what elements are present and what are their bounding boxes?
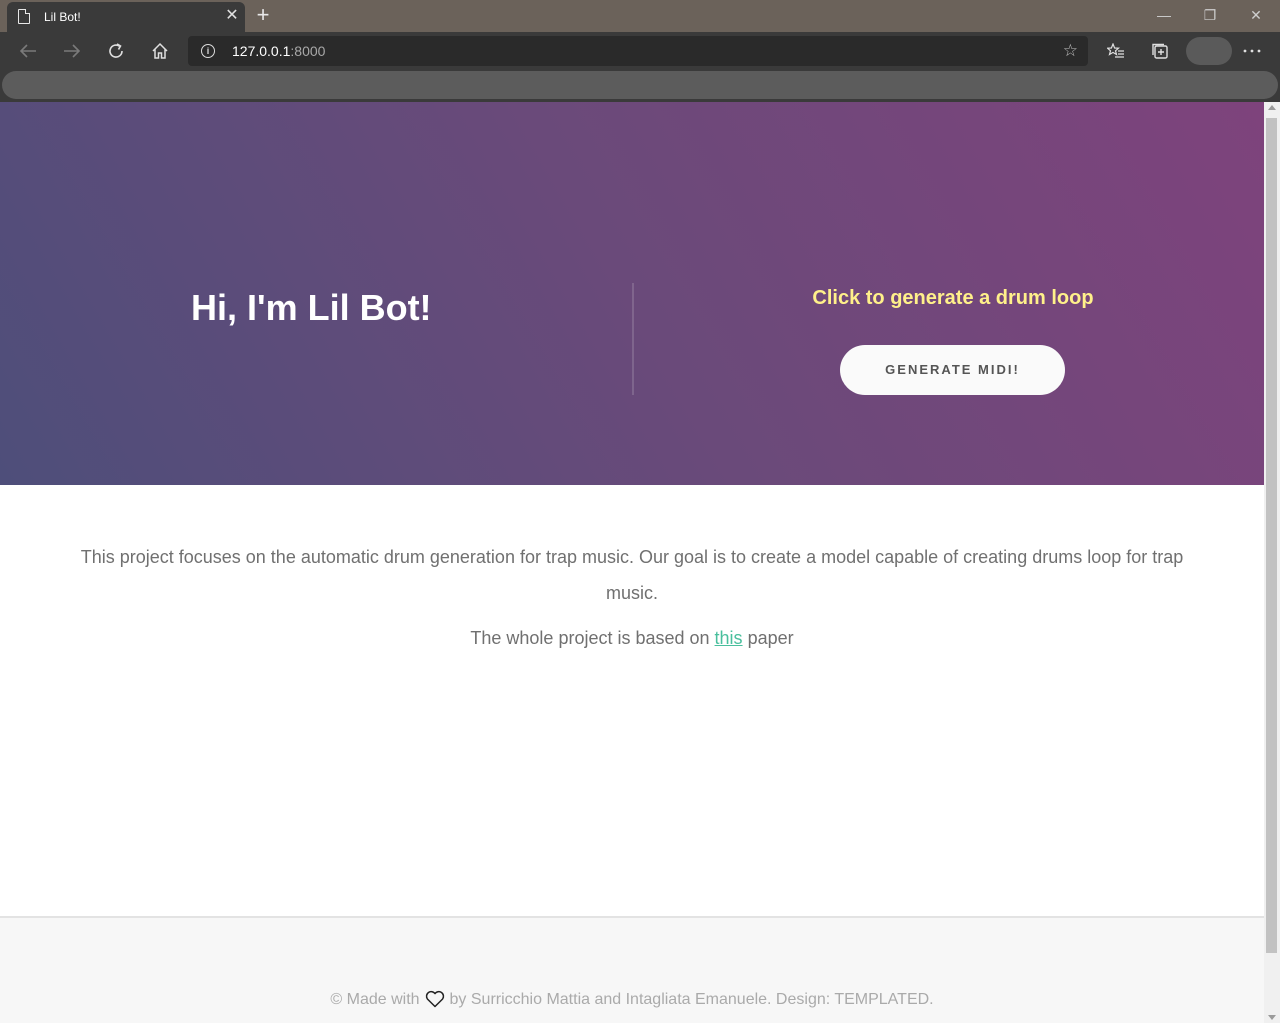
browser-toolbar: i 127.0.0.1:8000 ☆: [0, 32, 1280, 70]
page-icon: [18, 9, 30, 24]
favorites-bar: [0, 70, 1280, 102]
plus-icon[interactable]: +: [252, 3, 274, 27]
footer: © Made with by Surricchio Mattia and Inta…: [0, 916, 1264, 1023]
scroll-thumb[interactable]: [1266, 118, 1277, 953]
paper-text-after: paper: [742, 628, 794, 648]
copyright-suffix: by Surricchio Mattia and Intagliata Eman…: [449, 991, 934, 1008]
vertical-scrollbar[interactable]: [1264, 102, 1280, 1023]
paper-link[interactable]: this: [715, 628, 743, 648]
info-icon[interactable]: i: [201, 44, 215, 58]
generate-prompt: Click to generate a drum loop: [812, 287, 1094, 309]
forward-arrow-icon[interactable]: [56, 36, 88, 66]
description-paragraph: This project focuses on the automatic dr…: [80, 547, 1184, 603]
url-text: 127.0.0.1:8000: [232, 43, 326, 59]
title-bar: Lil Bot! ✕ + — ❐ ✕: [0, 0, 1280, 32]
copyright-prefix: © Made with: [330, 991, 420, 1008]
profile-avatar[interactable]: [1186, 37, 1232, 65]
window-close-icon[interactable]: ✕: [1233, 2, 1279, 28]
paper-reference: The whole project is based on this paper: [60, 620, 1204, 656]
project-description: This project focuses on the automatic dr…: [60, 539, 1204, 656]
heart-icon: [425, 990, 445, 1013]
banner-divider: [632, 283, 634, 395]
minimize-icon[interactable]: —: [1141, 2, 1187, 28]
home-icon[interactable]: [144, 36, 176, 66]
generate-midi-button[interactable]: GENERATE MIDI!: [840, 345, 1065, 395]
restore-icon[interactable]: ❐: [1187, 2, 1233, 28]
favorites-icon[interactable]: [1100, 36, 1132, 66]
reload-icon[interactable]: [100, 36, 132, 66]
scroll-up-icon[interactable]: [1268, 105, 1276, 110]
close-icon[interactable]: ✕: [222, 6, 242, 26]
hero-title: Hi, I'm Lil Bot!: [191, 287, 432, 328]
collections-icon[interactable]: [1144, 36, 1176, 66]
favorites-bar-track: [2, 71, 1278, 99]
browser-tab[interactable]: Lil Bot! ✕: [7, 2, 245, 32]
back-arrow-icon[interactable]: [12, 36, 44, 66]
hero-banner: Hi, I'm Lil Bot! Click to generate a dru…: [0, 102, 1264, 485]
address-bar[interactable]: i 127.0.0.1:8000 ☆: [188, 36, 1088, 66]
star-icon[interactable]: ☆: [1063, 40, 1078, 62]
paper-text-before: The whole project is based on: [470, 628, 715, 648]
copyright-text: © Made with by Surricchio Mattia and Inta…: [0, 990, 1264, 1013]
scroll-down-icon[interactable]: [1268, 1015, 1276, 1020]
more-icon[interactable]: [1236, 36, 1268, 66]
tab-title: Lil Bot!: [44, 10, 81, 24]
page-viewport: Hi, I'm Lil Bot! Click to generate a dru…: [0, 102, 1264, 1023]
